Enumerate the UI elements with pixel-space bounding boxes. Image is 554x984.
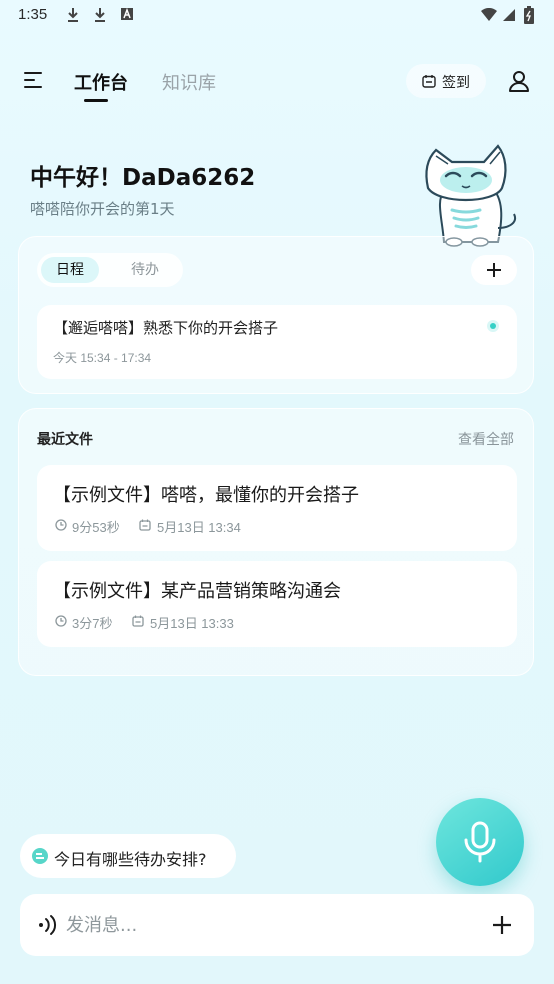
file-title: 【示例文件】嗒嗒，最懂你的开会搭子 (53, 485, 359, 506)
status-bar: 1:35 (0, 0, 554, 30)
event-time: 今天 15:34 - 17:34 (53, 351, 152, 365)
plus-icon[interactable] (492, 915, 512, 935)
wifi-icon (481, 8, 497, 21)
suggestion-chip[interactable]: 今日有哪些待办安排? (20, 834, 236, 878)
greeting-title: 中午好！DaDa6262 (30, 165, 256, 191)
tab-workbench[interactable]: 工作台 (74, 69, 128, 95)
file-title: 【示例文件】某产品营销策略沟通会 (53, 581, 341, 602)
status-time: 1:35 (18, 6, 48, 23)
message-input-bar (20, 894, 534, 956)
chat-icon (32, 848, 48, 864)
tab-schedule[interactable]: 日程 (41, 257, 99, 283)
greeting-subtitle: 嗒嗒陪你开会的第1天 (30, 200, 175, 218)
a-box-icon (121, 7, 133, 20)
event-title: 【邂逅嗒嗒】熟悉下你的开会搭子 (53, 319, 279, 337)
menu-button[interactable] (24, 72, 44, 92)
mascot-cat-illustration (425, 144, 516, 247)
tab-knowledge-base[interactable]: 知识库 (162, 69, 216, 95)
top-bar: 工作台 知识库 签到 (0, 60, 554, 110)
signal-icon (503, 9, 515, 21)
schedule-event-item[interactable]: 【邂逅嗒嗒】熟悉下你的开会搭子 今天 15:34 - 17:34 (37, 305, 517, 379)
signin-button[interactable]: 签到 (406, 64, 486, 98)
user-icon[interactable] (508, 70, 530, 92)
calendar-icon (139, 519, 151, 531)
recent-files-heading: 最近文件 (37, 432, 93, 448)
calendar-icon (132, 615, 144, 627)
event-status-dot (487, 320, 499, 332)
voice-icon[interactable] (36, 914, 58, 936)
battery-icon (524, 6, 534, 24)
file-date: 5月13日 13:34 (157, 520, 241, 535)
view-all-link[interactable]: 查看全部 (458, 429, 514, 449)
file-duration: 3分7秒 (72, 616, 113, 631)
active-tab-indicator (84, 99, 108, 102)
tab-todo[interactable]: 待办 (117, 257, 173, 283)
plus-icon (487, 263, 501, 277)
clock-icon (55, 615, 67, 627)
menu-icon (24, 72, 42, 74)
file-item[interactable]: 【示例文件】某产品营销策略沟通会 3分7秒 5月13日 13:33 (37, 561, 517, 647)
signin-label: 签到 (442, 75, 470, 91)
add-schedule-button[interactable] (471, 255, 517, 285)
file-item[interactable]: 【示例文件】嗒嗒，最懂你的开会搭子 9分53秒 5月13日 13:34 (37, 465, 517, 551)
mic-icon (464, 821, 496, 863)
download-icon (68, 8, 78, 22)
download-icon (95, 8, 105, 22)
file-duration: 9分53秒 (72, 520, 120, 535)
recent-files-card: 最近文件 查看全部 【示例文件】嗒嗒，最懂你的开会搭子 9分53秒 5月13日 … (18, 408, 534, 676)
calendar-icon (422, 75, 436, 88)
schedule-segment-control: 日程 待办 (37, 253, 183, 287)
message-input[interactable] (66, 908, 466, 942)
record-button[interactable] (436, 798, 524, 886)
suggestion-label: 今日有哪些待办安排? (54, 850, 207, 869)
file-date: 5月13日 13:33 (150, 616, 234, 631)
schedule-card: 日程 待办 【邂逅嗒嗒】熟悉下你的开会搭子 今天 15:34 - 17:34 (18, 236, 534, 394)
clock-icon (55, 519, 67, 531)
